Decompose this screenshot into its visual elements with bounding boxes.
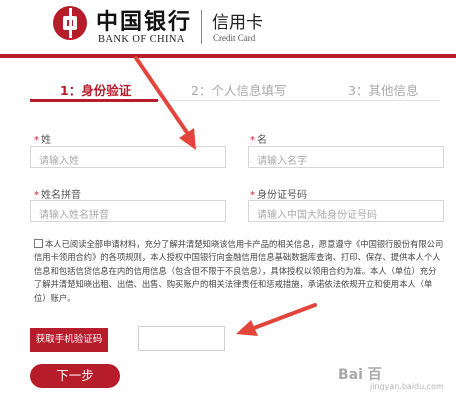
given-name-input[interactable]: 请输入名字 bbox=[248, 146, 444, 168]
active-step-underline bbox=[30, 99, 158, 102]
brand-name-cn: 中国银行 bbox=[96, 9, 193, 35]
header-divider bbox=[201, 10, 202, 44]
bank-of-china-logo bbox=[53, 6, 87, 40]
sms-code-input[interactable] bbox=[138, 326, 225, 351]
baidu-watermark: Bai 百 jingyan.baidu.com bbox=[338, 367, 444, 391]
product-title-cn: 信用卡 bbox=[212, 13, 263, 33]
arrow-line-bottom bbox=[252, 303, 317, 330]
next-step-button[interactable]: 下一步 bbox=[30, 364, 120, 388]
step-identity[interactable]: 1：身份验证 bbox=[60, 80, 131, 99]
product-title-en: Credit Card bbox=[213, 33, 256, 43]
arrow-head-bottom bbox=[236, 320, 258, 336]
pinyin-input[interactable]: 请输入姓名拼音 bbox=[30, 200, 226, 222]
get-sms-code-button[interactable]: 获取手机验证码 bbox=[30, 328, 108, 352]
surname-label: * 姓 bbox=[34, 135, 51, 146]
surname-input[interactable]: 请输入姓 bbox=[30, 146, 226, 168]
id-number-input[interactable]: 请输入中国大陆身份证号码 bbox=[248, 200, 444, 222]
step-other-info[interactable]: 3：其他信息 bbox=[348, 80, 418, 99]
given-name-label: * 名 bbox=[250, 135, 267, 146]
step-personal-info[interactable]: 2：个人信息填写 bbox=[191, 80, 286, 99]
agreement-text: 本人已阅读全部申请材料，充分了解并清楚知晓该信用卡产品的相关信息，愿意遵守《中国… bbox=[34, 239, 444, 303]
header: 中国银行 BANK OF CHINA 信用卡 Credit Card bbox=[0, 0, 456, 54]
agreement-block: 本人已阅读全部申请材料，充分了解并清楚知晓该信用卡产品的相关信息，愿意遵守《中国… bbox=[34, 238, 444, 305]
agreement-checkbox[interactable] bbox=[34, 239, 43, 248]
brand-name-en: BANK OF CHINA bbox=[98, 34, 185, 45]
header-accent-bar bbox=[0, 54, 456, 58]
id-number-label: * 身份证号码 bbox=[250, 190, 307, 201]
pinyin-label: * 姓名拼音 bbox=[34, 190, 81, 201]
step-indicator: 1：身份验证 2：个人信息填写 3：其他信息 bbox=[0, 74, 456, 104]
